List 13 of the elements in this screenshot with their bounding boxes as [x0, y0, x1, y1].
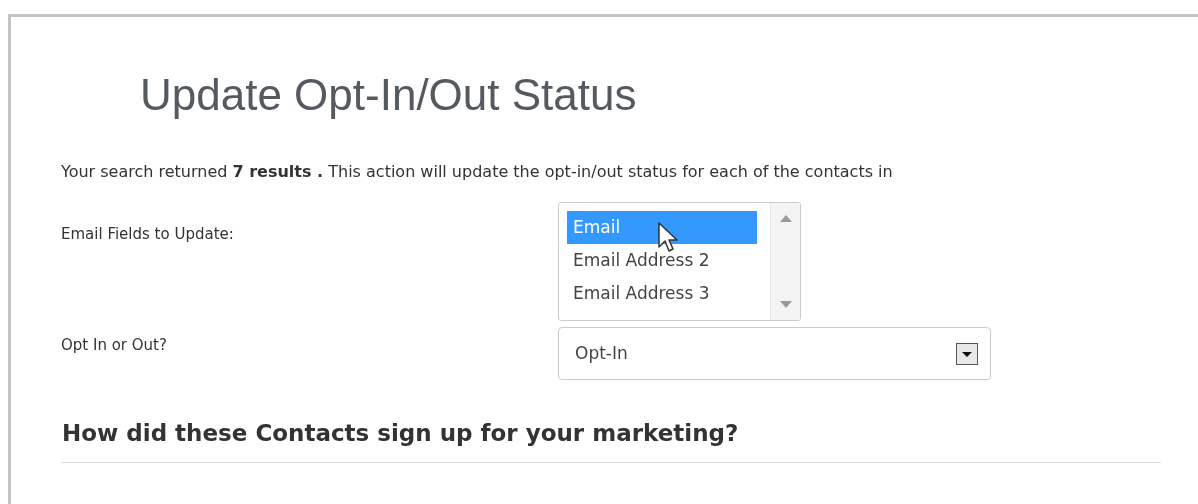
page-title: Update Opt-In/Out Status	[140, 69, 637, 121]
section-heading: How did these Contacts sign up for your marketing?	[62, 419, 739, 448]
listbox-option[interactable]: Email Address 2	[567, 244, 757, 277]
field-label: Opt In or Out?	[61, 335, 167, 356]
scroll-up-icon[interactable]	[779, 215, 792, 222]
opt-in-select[interactable]: Opt-In	[558, 327, 991, 380]
listbox-option[interactable]: Email Address 3	[567, 277, 757, 310]
scrollbar[interactable]	[770, 203, 800, 320]
field-label: Email Fields to Update:	[61, 224, 234, 245]
search-summary: Your search returned 7 results . This action will update the opt-in/out status for each of the contacts in	[61, 161, 893, 183]
scroll-down-icon[interactable]	[779, 301, 792, 308]
cursor-icon	[657, 221, 681, 253]
email-fields-listbox[interactable]: Email Email Address 2 Email Address 3	[558, 202, 801, 321]
